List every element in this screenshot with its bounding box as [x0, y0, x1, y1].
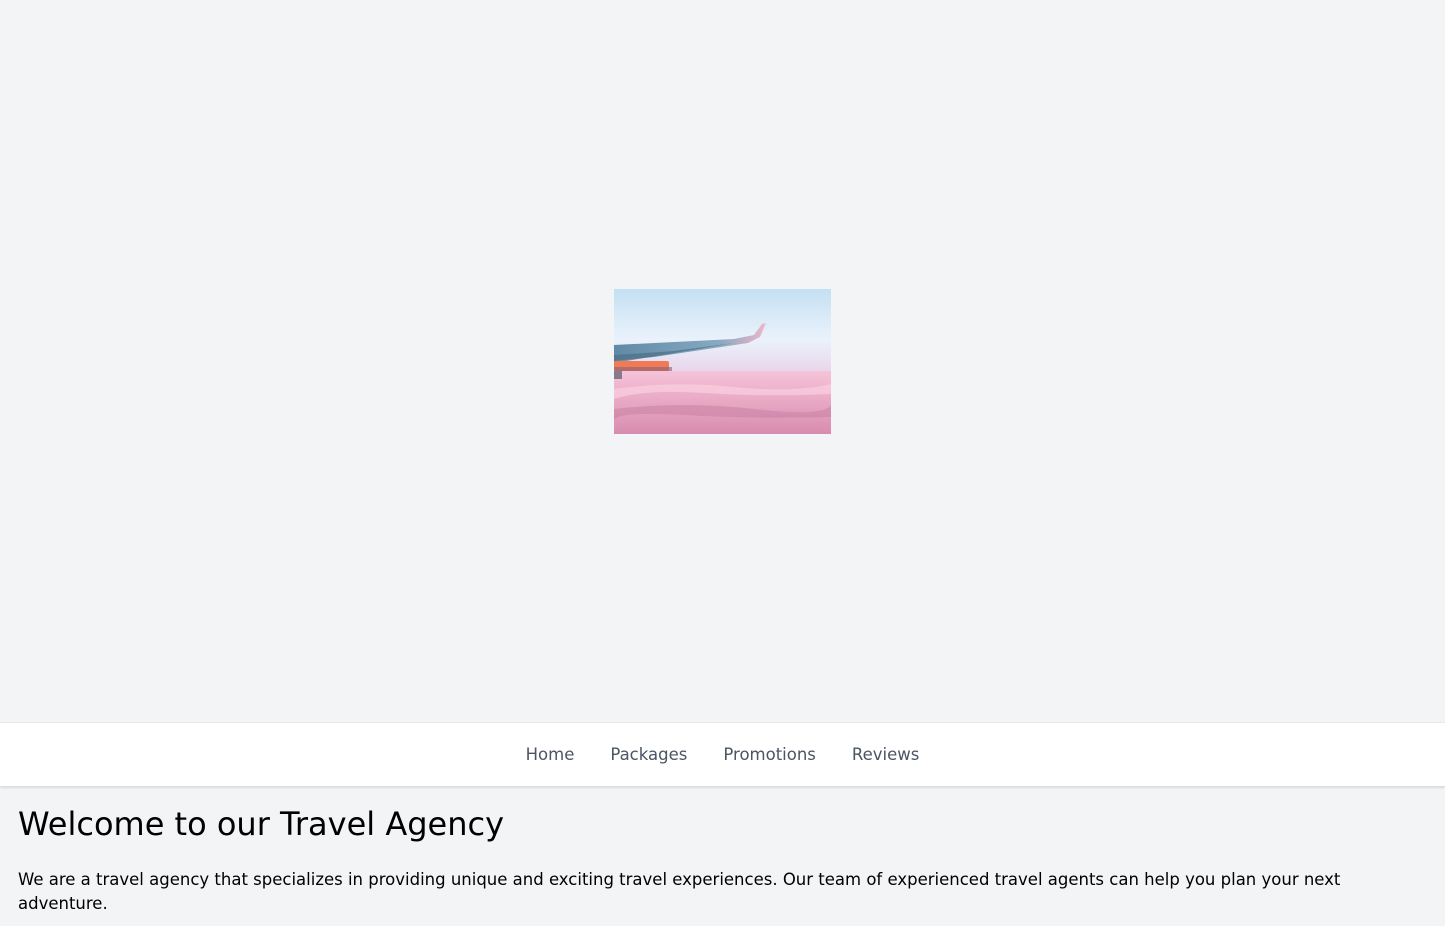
intro-paragraph: We are a travel agency that specializes …: [18, 870, 1341, 913]
nav-link-home[interactable]: Home: [508, 745, 593, 764]
hero-image: [614, 289, 831, 434]
hero-section: [0, 0, 1445, 722]
nav-link-packages[interactable]: Packages: [592, 745, 705, 764]
nav-link-promotions[interactable]: Promotions: [705, 745, 834, 764]
page-title: Welcome to our Travel Agency: [18, 805, 505, 843]
nav-list: Home Packages Promotions Reviews: [508, 723, 938, 787]
airplane-wing-illustration: [614, 289, 831, 434]
main-content: Welcome to our Travel Agency We are a tr…: [18, 802, 1418, 916]
main-navbar: Home Packages Promotions Reviews: [0, 722, 1445, 786]
nav-link-reviews[interactable]: Reviews: [834, 745, 937, 764]
